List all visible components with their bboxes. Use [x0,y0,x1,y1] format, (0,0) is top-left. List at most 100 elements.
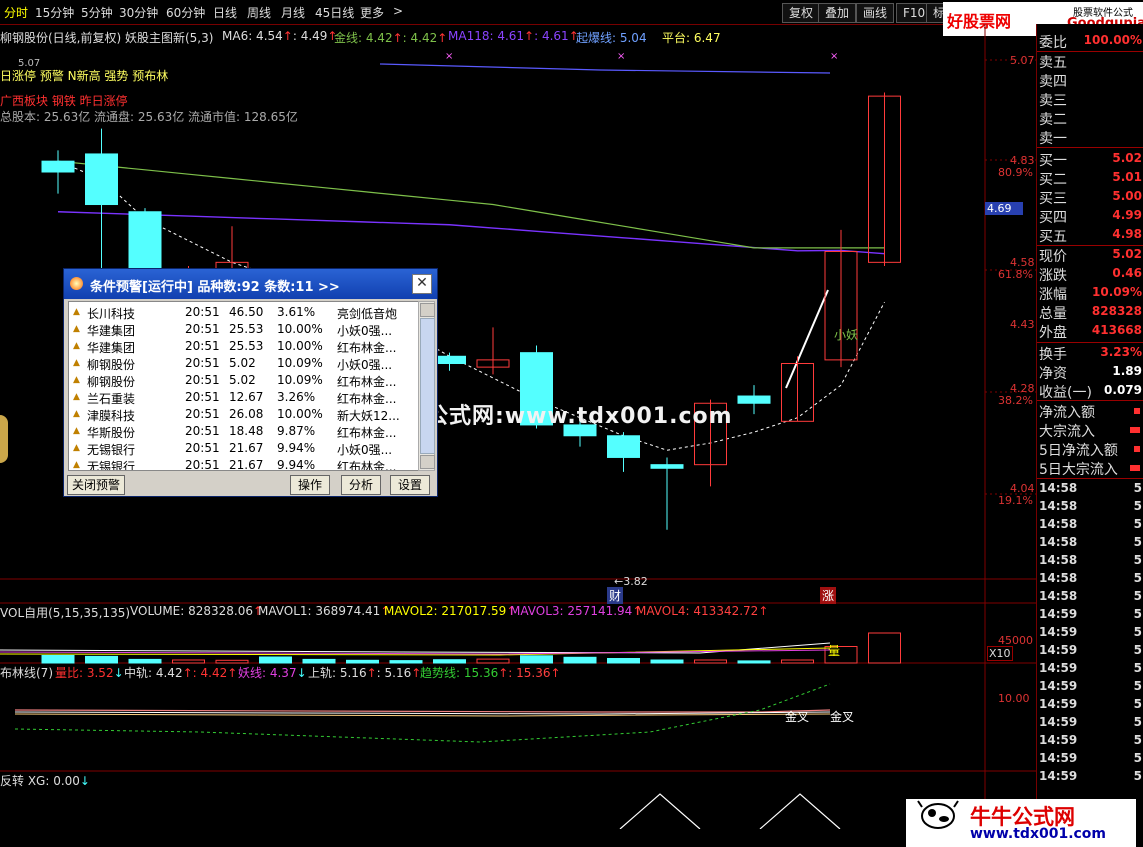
tick-value: 5 [1133,517,1142,531]
alert-dialog-titlebar[interactable]: 条件预警[运行中] 品种数:92 条数:11 >> ✕ [64,269,437,299]
tick-row: 14:59 5 [1039,697,1143,715]
quote-stat2-0-value: 3.23% [1100,345,1142,359]
draw-line-button[interactable]: 画线 [856,3,895,23]
limit-up-marker[interactable]: 涨 [820,587,837,604]
alert-cell-signal: 红布林金... [337,341,397,355]
analyze-button[interactable]: 分析 [341,475,381,495]
alert-cell-price: 21.67 [229,441,264,455]
qbx-line [379,63,831,74]
tick-row: 14:58 5 [1039,499,1143,517]
tick-time: 14:58 [1039,499,1078,513]
cross-marker: × [445,51,453,62]
scroll-thumb[interactable] [420,318,435,454]
quote-flow-3: 5日大宗流入 [1039,459,1143,478]
quote-stat-3-value: 828328 [1091,304,1142,318]
tab-30min[interactable]: 30分钟 [119,4,158,21]
operate-button[interactable]: 操作 [290,475,330,495]
tick-row: 14:59 5 [1039,643,1143,661]
quote-bid-1-label: 买一 [1039,153,1067,169]
alert-up-icon: ▲ [73,375,80,385]
tab-45day[interactable]: 45日线 [315,4,354,21]
tick-time: 14:59 [1039,751,1078,765]
alert-dialog-title: 条件预警[运行中] 品种数:92 条数:11 >> [90,280,340,295]
cross-marker: × [830,51,838,62]
settings-button[interactable]: 设置 [390,475,430,495]
alert-row[interactable]: ▲ 柳钢股份 20:51 5.02 10.09% 小妖0强... [69,355,419,372]
tick-time: 14:58 [1039,517,1078,531]
alert-cell-price: 25.53 [229,339,264,353]
close-alert-button[interactable]: 关闭预警 [67,475,125,495]
tick-row: 14:59 5 [1039,661,1143,679]
sector-tags: 广西板块 钢铁 昨日涨停 [0,94,128,108]
alert-cell-signal: 新大妖12... [337,409,400,423]
quote-bid-5-value: 4.98 [1112,227,1142,241]
close-icon[interactable]: ✕ [412,274,432,294]
tab-15min[interactable]: 15分钟 [35,4,74,21]
overlay-button[interactable]: 叠加 [818,3,857,23]
volume-bar [607,658,640,664]
finance-marker[interactable]: 财 [607,587,624,604]
reversal-group [619,793,841,829]
tick-value: 5 [1133,679,1142,693]
tick-value: 5 [1133,607,1142,621]
tab-intraday[interactable]: 分时 [4,4,28,21]
tab-more[interactable]: 更多 [360,4,384,21]
alert-row[interactable]: ▲ 无锡银行 20:51 21.67 9.94% 小妖0强... [69,440,419,457]
scroll-up-icon[interactable] [420,303,435,317]
tab-monthly[interactable]: 月线 [281,4,305,21]
alert-cell-time: 20:51 [185,407,220,421]
alert-cell-signal: 小妖0强... [337,324,393,338]
alert-row[interactable]: ▲ 柳钢股份 20:51 5.02 10.09% 红布林金... [69,372,419,389]
side-collapse-handle[interactable] [0,415,8,463]
tick-time: 14:58 [1039,589,1078,603]
alert-row[interactable]: ▲ 无锡银行 20:51 21.67 9.94% 红布林金... [69,457,419,470]
alert-list-scrollbar[interactable] [418,301,435,471]
alert-row[interactable]: ▲ 华建集团 20:51 25.53 10.00% 红布林金... [69,338,419,355]
quote-bid-2-label: 买二 [1039,172,1067,188]
alert-cell-pct: 10.00% [277,407,323,421]
alert-dialog[interactable]: 条件预警[运行中] 品种数:92 条数:11 >> ✕ ▲ 长川科技 20:51 46… [63,268,438,497]
tab-weekly[interactable]: 周线 [247,4,271,21]
quote-stat-4-label: 外盘 [1039,325,1067,341]
cross-marker: × [617,51,625,62]
adjust-button[interactable]: 复权 [782,3,821,23]
alert-cell-price: 12.67 [229,390,264,404]
tab-5min[interactable]: 5分钟 [81,4,113,21]
quote-ask-5-label: 卖一 [1039,131,1067,147]
quote-flow-3-label: 5日大宗流入 [1039,462,1118,478]
volume-bar [563,656,597,664]
more-arrow-icon[interactable]: > [393,4,403,18]
flow-bar [1130,427,1140,433]
tick-value: 5 [1133,553,1142,567]
tick-time: 14:59 [1039,733,1078,747]
quote-divider [1037,147,1143,148]
tick-value: 5 [1133,769,1142,783]
alert-row[interactable]: ▲ 兰石重装 20:51 12.67 3.26% 红布林金... [69,389,419,406]
tick-time: 14:58 [1039,535,1078,549]
axis-price-1: 5.07 [1010,54,1035,67]
scroll-down-icon[interactable] [420,455,435,469]
tick-row: 14:58 5 [1039,571,1143,589]
alert-row[interactable]: ▲ 华建集团 20:51 25.53 10.00% 小妖0强... [69,321,419,338]
vol-unit: X10 [987,646,1013,661]
tick-row: 14:58 5 [1039,589,1143,607]
boll-axis-label: 10.00 [998,692,1030,705]
tab-daily[interactable]: 日线 [213,4,237,21]
quote-bid-2-value: 5.01 [1112,170,1142,184]
quote-bid-1-value: 5.02 [1112,151,1142,165]
quote-bid-2: 买二 5.01 [1039,169,1143,188]
tick-row: 14:59 5 [1039,715,1143,733]
quote-bid-5-label: 买五 [1039,229,1067,245]
mavol1-value: MAVOL1: 368974.41↑ [258,604,391,618]
alert-row[interactable]: ▲ 华斯股份 20:51 18.48 9.87% 红布林金... [69,423,419,440]
candle-body [85,153,118,206]
alert-row[interactable]: ▲ 长川科技 20:51 46.50 3.61% 亮剑低音炮 [69,304,419,321]
volume-value: VOLUME: 828328.06↑ [130,604,264,618]
alert-list[interactable]: ▲ 长川科技 20:51 46.50 3.61% 亮剑低音炮 ▲ 华建集团 20:51 25.53… [68,301,420,471]
volume-bar [128,658,162,664]
alert-cell-price: 25.53 [229,322,264,336]
mavol3-value: MAVOL3: 257141.94↑ [510,604,643,618]
tab-60min[interactable]: 60分钟 [166,4,205,21]
flow-bar [1134,446,1140,452]
alert-row[interactable]: ▲ 津膜科技 20:51 26.08 10.00% 新大妖12... [69,406,419,423]
